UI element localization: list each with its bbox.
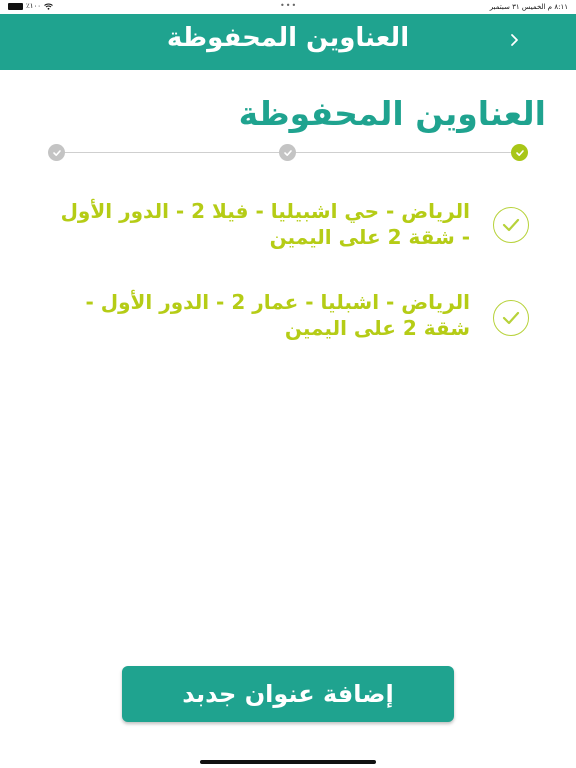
check-icon bbox=[502, 311, 520, 325]
address-text: الرياض - اشبليا - عمار 2 - الدور الأول -… bbox=[85, 290, 470, 340]
check-icon bbox=[502, 218, 520, 232]
check-icon bbox=[52, 149, 61, 156]
multitask-dots[interactable]: ••• bbox=[280, 1, 297, 10]
status-time-date: ٨:١١ م الخميس ٣١ سبتمبر bbox=[489, 3, 568, 11]
step-3 bbox=[48, 144, 65, 161]
check-icon bbox=[515, 149, 524, 156]
address-item-2[interactable]: الرياض - اشبليا - عمار 2 - الدور الأول -… bbox=[40, 289, 540, 345]
battery-percent: ٪١٠٠ bbox=[26, 2, 42, 10]
check-icon bbox=[283, 149, 292, 156]
address-select-checkbox[interactable] bbox=[493, 300, 529, 336]
address-item-1[interactable]: الرياض - حي اشبيليا - فيلا 2 - الدور الأ… bbox=[40, 198, 540, 254]
address-select-checkbox[interactable] bbox=[493, 207, 529, 243]
status-icons: ٪١٠٠ bbox=[8, 2, 53, 10]
home-indicator[interactable] bbox=[200, 760, 376, 764]
battery-icon bbox=[8, 2, 23, 10]
add-address-button[interactable]: إضافة عنوان جدبد bbox=[122, 666, 454, 722]
page-title: العناوين المحفوظة bbox=[238, 94, 546, 133]
header-title: العناوين المحفوظة bbox=[166, 23, 410, 53]
status-bar: ٪١٠٠ ••• ٨:١١ م الخميس ٣١ سبتمبر bbox=[0, 0, 576, 14]
back-button[interactable] bbox=[500, 26, 528, 54]
wifi-icon bbox=[44, 3, 53, 10]
step-1 bbox=[511, 144, 528, 161]
progress-stepper bbox=[48, 143, 528, 163]
step-2 bbox=[279, 144, 296, 161]
chevron-left-icon bbox=[511, 34, 518, 46]
header-bar: العناوين المحفوظة bbox=[0, 14, 576, 70]
address-text: الرياض - حي اشبيليا - فيلا 2 - الدور الأ… bbox=[60, 199, 470, 249]
